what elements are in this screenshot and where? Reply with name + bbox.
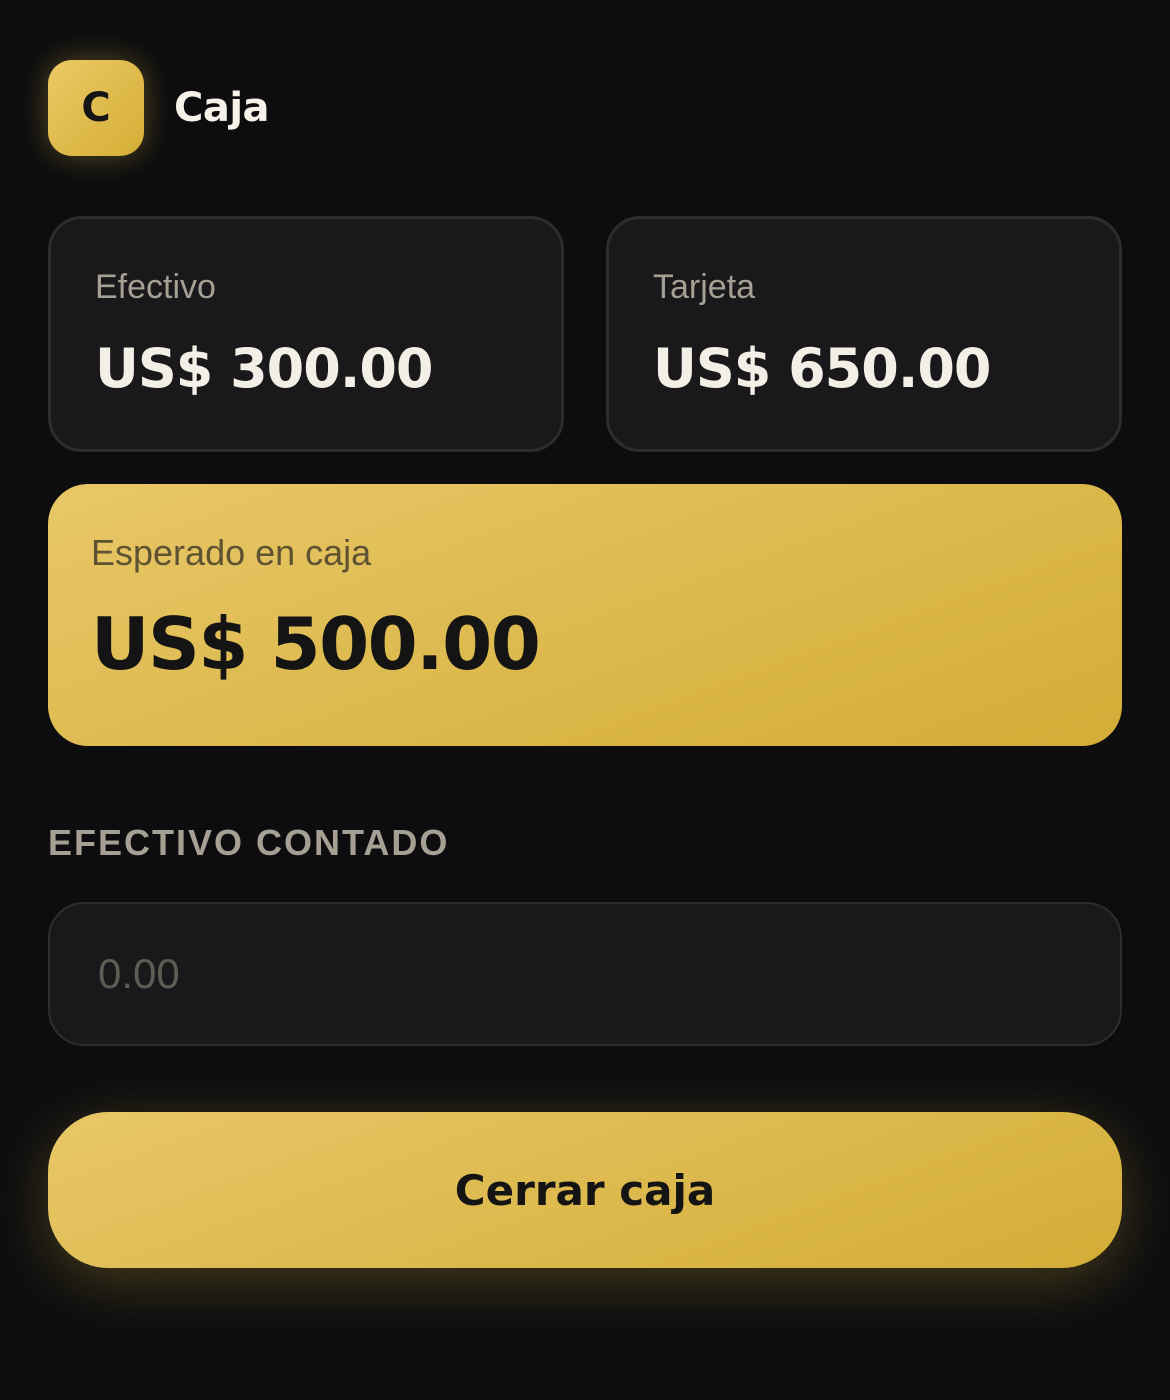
header: C Caja [48, 60, 1122, 156]
card-summary-card: Tarjeta US$ 650.00 [606, 216, 1122, 452]
counted-cash-field-wrapper [48, 902, 1122, 1046]
cash-summary-card: Efectivo US$ 300.00 [48, 216, 564, 452]
cash-register-screen: C Caja Efectivo US$ 300.00 Tarjeta US$ 6… [48, 60, 1122, 1268]
app-logo-letter: C [81, 85, 111, 131]
summary-cards: Efectivo US$ 300.00 Tarjeta US$ 650.00 [48, 216, 1122, 452]
card-summary-value: US$ 650.00 [653, 337, 992, 400]
counted-cash-label: EFECTIVO CONTADO [48, 822, 450, 863]
expected-cash-value: US$ 500.00 [91, 602, 541, 686]
close-register-button[interactable]: Cerrar caja [48, 1112, 1122, 1268]
cash-summary-label: Efectivo [95, 268, 216, 306]
cash-summary-value: US$ 300.00 [95, 337, 434, 400]
app-logo: C [48, 60, 144, 156]
expected-cash-card: Esperado en caja US$ 500.00 [48, 484, 1122, 746]
card-summary-label: Tarjeta [653, 268, 756, 306]
expected-cash-label: Esperado en caja [91, 532, 372, 573]
counted-cash-input[interactable] [48, 902, 1122, 1046]
page-title: Caja [174, 85, 270, 131]
